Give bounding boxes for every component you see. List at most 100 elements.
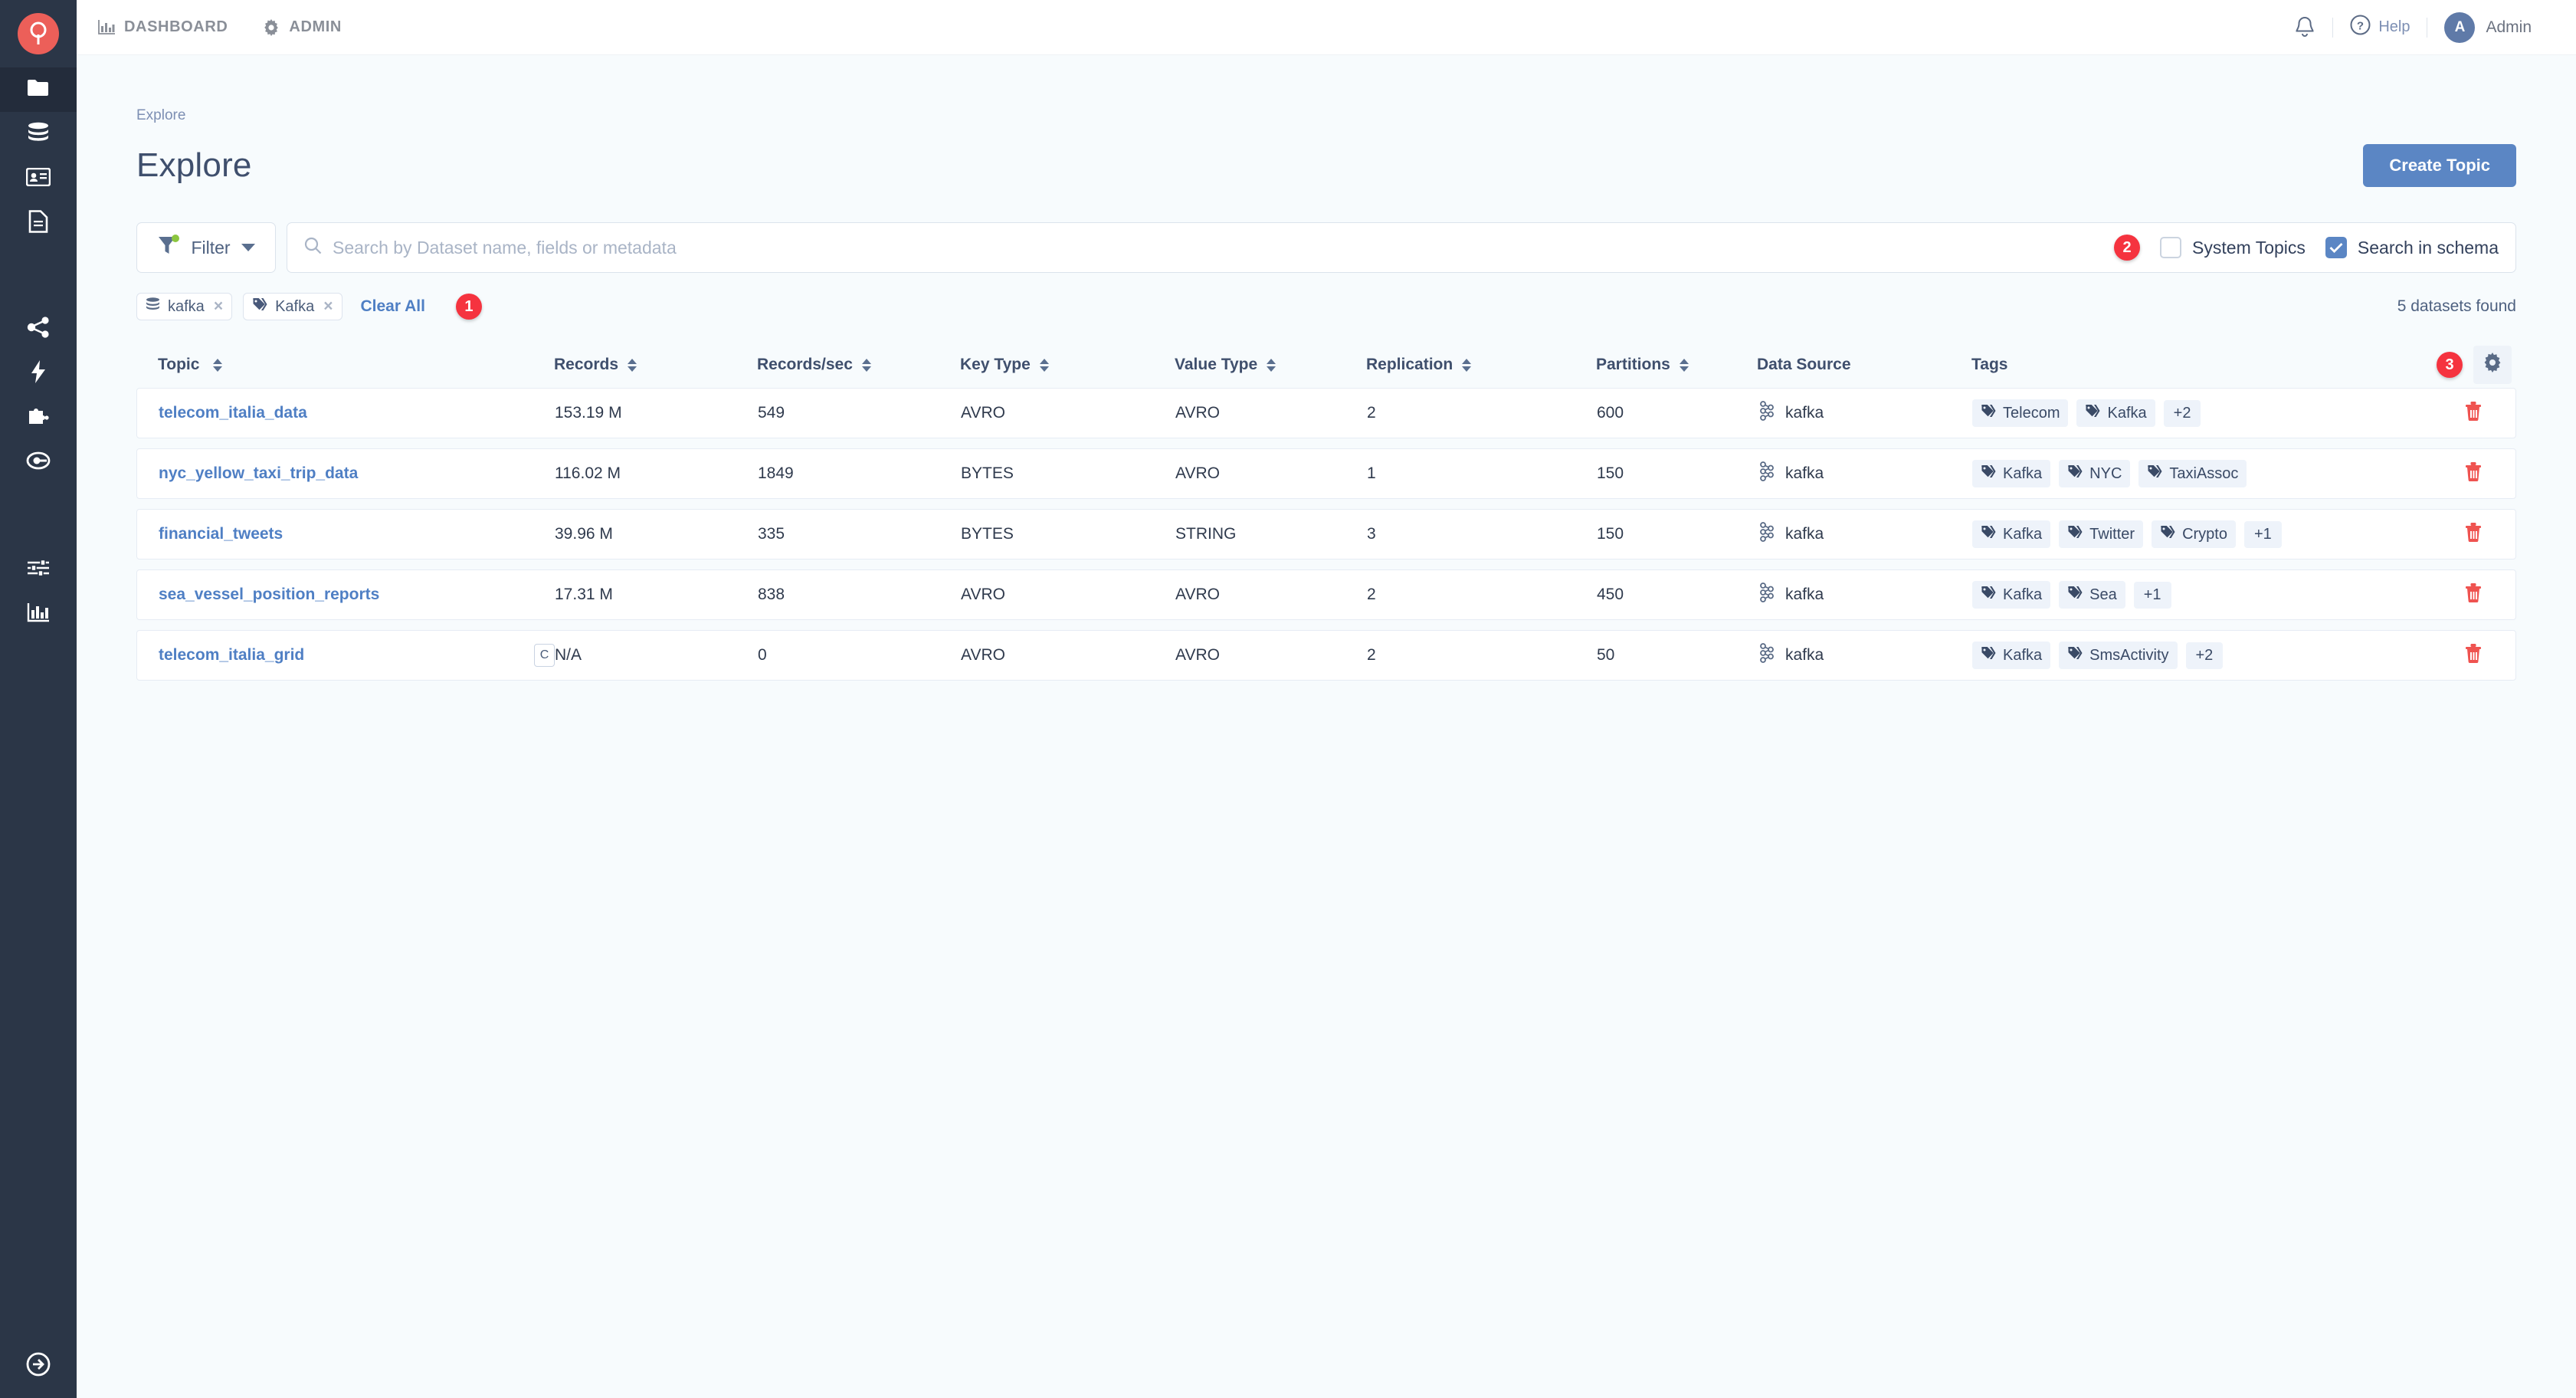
filter-button[interactable]: Filter	[136, 222, 276, 273]
tag-label: Kafka	[2107, 404, 2147, 422]
clear-all-button[interactable]: Clear All	[361, 297, 425, 316]
question-circle-icon: ?	[2350, 15, 2371, 40]
nav-dashboard[interactable]: DASHBOARD	[98, 18, 228, 36]
tag-chip[interactable]: Twitter	[2059, 520, 2144, 548]
tag-icon	[2067, 646, 2083, 665]
table-body: telecom_italia_data 153.19 M 549 AVRO AVRO 2 6…	[136, 388, 2516, 681]
nav-admin[interactable]: ADMIN	[263, 18, 342, 36]
column-header-records-sec[interactable]: Records/sec	[757, 356, 960, 374]
search-in-schema-checkbox[interactable]	[2325, 237, 2347, 258]
search-input[interactable]	[333, 237, 2104, 258]
sidebar-item-chart[interactable]	[0, 592, 77, 636]
sort-icon[interactable]	[1267, 358, 1277, 372]
cell-data-source: kafka	[1758, 461, 1972, 486]
active-filters-row: kafka × Kafka × Clear All 1 5 datasets f…	[136, 291, 2516, 322]
sidebar-item-bolt[interactable]	[0, 351, 77, 395]
tag-overflow-chip[interactable]: +2	[2185, 642, 2224, 669]
tag-overflow-label: +1	[2253, 525, 2272, 543]
sort-icon[interactable]	[1039, 358, 1049, 372]
topic-link[interactable]: financial_tweets	[159, 525, 283, 543]
tag-label: NYC	[2089, 464, 2122, 482]
delete-topic-button[interactable]	[2431, 400, 2515, 426]
cell-replication: 2	[1367, 404, 1376, 422]
tag-overflow-chip[interactable]: +1	[2243, 520, 2282, 548]
sidebar-item-collapse[interactable]	[0, 1351, 77, 1381]
table-settings-button[interactable]	[2473, 346, 2512, 384]
annotation-badge-2: 2	[2114, 235, 2141, 261]
tag-overflow-chip[interactable]: +2	[2163, 399, 2201, 427]
column-header-value-type[interactable]: Value Type	[1175, 356, 1366, 374]
delete-topic-button[interactable]	[2431, 461, 2515, 487]
filter-chip-kafka-tag[interactable]: Kafka ×	[243, 293, 342, 320]
tag-icon	[2067, 464, 2083, 483]
topic-link[interactable]: sea_vessel_position_reports	[159, 586, 379, 604]
column-header-partitions[interactable]: Partitions	[1596, 356, 1757, 374]
tag-chip[interactable]: Kafka	[1972, 581, 2051, 609]
tag-chip[interactable]: Sea	[2059, 581, 2125, 609]
cell-replication: 1	[1367, 464, 1376, 482]
cell-tags: Telecom Kafka +2	[1972, 399, 2431, 427]
bell-icon[interactable]	[2294, 16, 2315, 39]
user-menu[interactable]: A Admin	[2444, 11, 2532, 43]
sort-icon[interactable]	[628, 358, 637, 372]
topic-link[interactable]: telecom_italia_data	[159, 404, 307, 422]
tag-chip[interactable]: SmsActivity	[2059, 642, 2178, 669]
column-header-records[interactable]: Records	[554, 356, 757, 374]
sidebar-item-database[interactable]	[0, 112, 77, 156]
sidebar-item-target[interactable]	[0, 440, 77, 484]
tag-chip[interactable]: TaxiAssoc	[2138, 460, 2247, 487]
table-row[interactable]: telecom_italia_grid C N/A 0 AVRO AVRO 2 50 kafka…	[136, 630, 2516, 681]
remove-chip-icon[interactable]: ×	[323, 297, 333, 316]
table-row[interactable]: telecom_italia_data 153.19 M 549 AVRO AVRO 2 6…	[136, 388, 2516, 438]
tag-chip[interactable]: NYC	[2059, 460, 2131, 487]
search-in-schema-option[interactable]: Search in schema	[2325, 237, 2499, 258]
tag-chip[interactable]: Kafka	[1972, 460, 2051, 487]
table-row[interactable]: nyc_yellow_taxi_trip_data 116.02 M 1849 BYT…	[136, 448, 2516, 499]
sort-icon[interactable]	[1679, 358, 1689, 372]
app-logo[interactable]	[0, 0, 77, 67]
sort-icon[interactable]	[213, 358, 223, 372]
tag-chip[interactable]: Kafka	[1972, 520, 2051, 548]
tag-label: Sea	[2089, 586, 2117, 603]
search-icon	[304, 237, 322, 258]
system-topics-checkbox[interactable]	[2160, 237, 2182, 258]
sidebar-item-puzzle[interactable]	[0, 395, 77, 440]
delete-topic-button[interactable]	[2431, 582, 2515, 608]
help-button[interactable]: ? Help	[2350, 15, 2410, 40]
column-header-key-type[interactable]: Key Type	[960, 356, 1175, 374]
nav-admin-label: ADMIN	[289, 18, 342, 35]
sidebar-item-share[interactable]	[0, 307, 77, 351]
search-toolbar: Filter 2 System Topics Search in schema	[136, 222, 2516, 273]
tag-chip[interactable]: Telecom	[1972, 399, 2069, 427]
delete-topic-button[interactable]	[2431, 642, 2515, 668]
kafka-icon	[1758, 522, 1776, 546]
top-nav-right: ? Help A Admin	[2294, 11, 2576, 43]
tag-chip[interactable]: Kafka	[1972, 642, 2051, 669]
create-topic-button[interactable]: Create Topic	[2363, 144, 2516, 187]
table-row[interactable]: financial_tweets 39.96 M 335 BYTES STRING 3 15…	[136, 509, 2516, 560]
cell-value-type: AVRO	[1175, 404, 1220, 422]
topic-link[interactable]: telecom_italia_grid	[159, 646, 304, 665]
table-row[interactable]: sea_vessel_position_reports 17.31 M 838 AVR…	[136, 569, 2516, 620]
tag-chip[interactable]: Kafka	[2076, 399, 2155, 427]
filter-chip-kafka-source[interactable]: kafka ×	[136, 293, 233, 320]
delete-topic-button[interactable]	[2431, 521, 2515, 547]
tag-chip[interactable]: Crypto	[2152, 520, 2236, 548]
cell-data-source: kafka	[1758, 643, 1972, 668]
database-icon	[146, 297, 160, 316]
topic-link[interactable]: nyc_yellow_taxi_trip_data	[159, 464, 358, 483]
table-header-row: Topic Records Records/sec Key Type Value…	[136, 342, 2516, 388]
system-topics-option[interactable]: System Topics	[2160, 237, 2306, 258]
tag-overflow-chip[interactable]: +1	[2133, 581, 2171, 609]
sort-icon[interactable]	[861, 358, 871, 372]
column-header-replication[interactable]: Replication	[1366, 356, 1596, 374]
sidebar-item-id-card[interactable]	[0, 156, 77, 201]
column-header-topic[interactable]: Topic	[136, 356, 554, 374]
search-options: System Topics Search in schema	[2151, 237, 2499, 258]
sidebar-item-folder[interactable]	[0, 67, 77, 112]
tag-icon	[1981, 525, 1996, 543]
remove-chip-icon[interactable]: ×	[214, 297, 223, 316]
sidebar-item-sliders[interactable]	[0, 547, 77, 592]
sidebar-item-document[interactable]	[0, 201, 77, 245]
sort-icon[interactable]	[1462, 358, 1472, 372]
